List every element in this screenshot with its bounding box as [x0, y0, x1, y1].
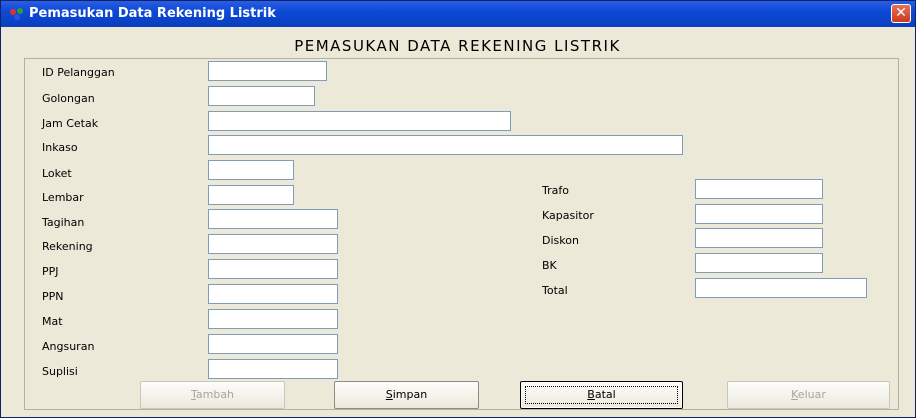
window-title: Pemasukan Data Rekening Listrik	[29, 6, 276, 21]
mat-input[interactable]	[208, 309, 338, 329]
label-bk: BK	[542, 259, 557, 272]
label-kapasitor: Kapasitor	[542, 209, 594, 222]
simpan-accel: S	[385, 388, 393, 401]
main-window: Pemasukan Data Rekening Listrik ✕ PEMASU…	[0, 0, 916, 418]
simpan-button[interactable]: Simpan	[334, 381, 479, 409]
label-loket: Loket	[42, 167, 72, 180]
id-pelanggan-input[interactable]	[208, 61, 327, 81]
simpan-label: impan	[392, 388, 428, 401]
ppn-input[interactable]	[208, 284, 338, 304]
rekening-input[interactable]	[208, 234, 338, 254]
diskon-input[interactable]	[695, 228, 823, 248]
angsuran-input[interactable]	[208, 334, 338, 354]
form-heading: PEMASUKAN DATA REKENING LISTRIK	[294, 37, 621, 55]
label-mat: Mat	[42, 315, 63, 328]
tagihan-input[interactable]	[208, 209, 338, 229]
suplisi-input[interactable]	[208, 359, 338, 379]
close-button[interactable]: ✕	[891, 4, 911, 23]
title-bar[interactable]: Pemasukan Data Rekening Listrik ✕	[1, 1, 915, 27]
inkaso-input[interactable]	[208, 135, 683, 155]
tambah-label: ambah	[195, 388, 235, 401]
label-id-pelanggan: ID Pelanggan	[42, 66, 115, 79]
total-input[interactable]	[695, 278, 867, 298]
label-ppn: PPN	[42, 290, 64, 303]
label-angsuran: Angsuran	[42, 340, 95, 353]
label-trafo: Trafo	[542, 184, 569, 197]
bk-input[interactable]	[695, 253, 823, 273]
focus-ring	[525, 386, 678, 404]
app-icon	[10, 8, 23, 20]
label-golongan: Golongan	[42, 92, 95, 105]
trafo-input[interactable]	[695, 179, 823, 199]
close-icon: ✕	[895, 5, 907, 21]
keluar-accel: K	[791, 388, 798, 401]
tambah-button[interactable]: Tambah	[140, 381, 285, 409]
ppj-input[interactable]	[208, 259, 338, 279]
jam-cetak-input[interactable]	[208, 111, 511, 131]
label-inkaso: Inkaso	[42, 141, 78, 154]
label-total: Total	[542, 284, 568, 297]
label-tagihan: Tagihan	[42, 216, 85, 229]
label-ppj: PPJ	[42, 265, 59, 278]
lembar-input[interactable]	[208, 185, 294, 205]
label-diskon: Diskon	[542, 234, 579, 247]
keluar-label: eluar	[797, 388, 826, 401]
keluar-button[interactable]: Keluar	[727, 381, 890, 409]
label-rekening: Rekening	[42, 240, 93, 253]
golongan-input[interactable]	[208, 86, 315, 106]
label-suplisi: Suplisi	[42, 365, 78, 378]
loket-input[interactable]	[208, 160, 294, 180]
label-lembar: Lembar	[42, 191, 84, 204]
batal-button[interactable]: Batal	[520, 381, 683, 409]
form-client-area: PEMASUKAN DATA REKENING LISTRIK ID Pelan…	[9, 27, 906, 412]
kapasitor-input[interactable]	[695, 204, 823, 224]
label-jam-cetak: Jam Cetak	[42, 117, 99, 130]
